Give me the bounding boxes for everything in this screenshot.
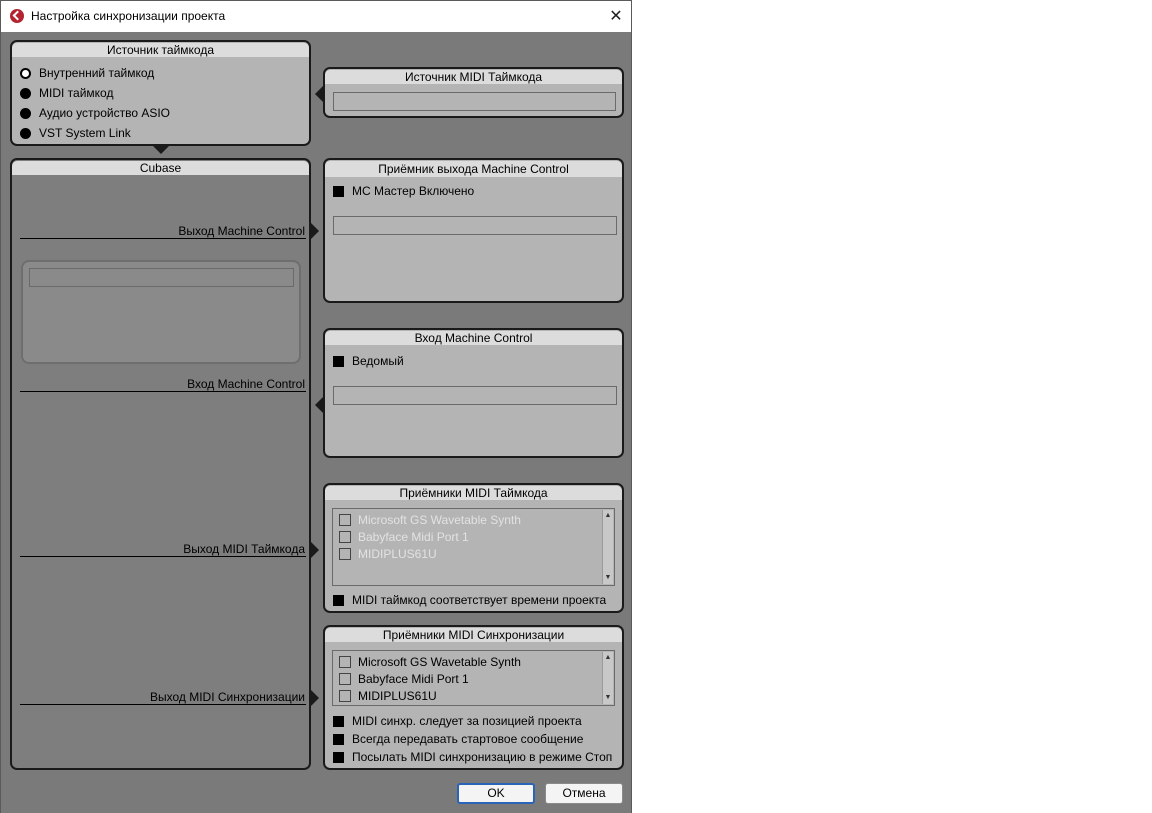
arrow-right-icon [311,542,319,558]
radio-selected-icon [20,67,31,79]
route-label-mc-out: Выход Machine Control [178,224,305,238]
title-bar: Настройка синхронизации проекта ✕ [1,1,631,32]
mc-device-box [21,260,301,364]
radio-label: Внутренний таймкод [39,66,155,80]
route-label-mc-in: Вход Machine Control [187,377,305,391]
radio-internal-timecode[interactable]: Внутренний таймкод [20,65,154,81]
window-title: Настройка синхронизации проекта [31,9,226,23]
dialog-body: Источник таймкода Внутренний таймкод MID… [1,32,631,813]
scrollbar[interactable]: ▲ ▼ [602,510,613,584]
radio-label: MIDI таймкод [39,86,114,100]
mc-output-field[interactable] [333,216,617,235]
arrow-left-icon [315,86,323,102]
checkbox-label: MIDI таймкод соответствует времени проек… [352,593,607,607]
checkbox-icon [333,751,344,763]
mc-device-field[interactable] [29,268,294,287]
port-label: Microsoft GS Wavetable Synth [358,655,521,669]
timecode-source-title: Источник таймкода [12,43,309,57]
mc-input-field[interactable] [333,386,617,405]
checkbox-label: Посылать MIDI синхронизацию в режиме Сто… [352,750,613,764]
scroll-up-icon[interactable]: ▲ [603,511,613,521]
route-label-midi-tc-out: Выход MIDI Таймкода [183,542,305,556]
scroll-down-icon[interactable]: ▼ [603,693,613,703]
arrow-down-icon [152,145,170,154]
checkbox-icon [339,514,351,526]
list-item[interactable]: MIDIPLUS61U [339,546,437,562]
radio-asio-device[interactable]: Аудио устройство ASIO [20,105,170,121]
port-label: Babyface Midi Port 1 [358,672,469,686]
checkbox-icon [339,690,351,702]
cubase-logo-icon [10,9,24,23]
checkbox-icon [333,715,344,727]
midi-timecode-source-title: Источник MIDI Таймкода [325,70,622,84]
mc-output-title: Приёмник выхода Machine Control [325,161,622,177]
route-label-midi-sync-out: Выход MIDI Синхронизации [149,690,305,704]
ok-button[interactable]: OK [457,783,535,804]
route-line-mc-out [20,238,306,239]
mc-master-checkbox[interactable]: MC Мастер Включено [333,183,474,199]
slave-checkbox[interactable]: Ведомый [333,353,404,369]
checkbox-icon [333,185,344,197]
cubase-panel: Cubase [10,158,311,770]
radio-label: Аудио устройство ASIO [39,106,171,120]
arrow-right-icon [311,690,319,706]
send-sync-in-stop-checkbox[interactable]: Посылать MIDI синхронизацию в режиме Сто… [333,749,612,765]
midi-sync-port-list[interactable]: Microsoft GS Wavetable Synth Babyface Mi… [332,650,615,706]
checkbox-label: MC Мастер Включено [352,184,475,198]
midi-sync-dest-panel: Приёмники MIDI Синхронизации Microsoft G… [323,625,624,770]
route-line-midi-sync-out [20,704,306,705]
checkbox-label: MIDI синхр. следует за позицией проекта [352,714,582,728]
checkbox-icon [339,656,351,668]
cancel-button[interactable]: Отмена [545,783,623,804]
port-label: MIDIPLUS61U [358,689,437,703]
always-send-start-checkbox[interactable]: Всегда передавать стартовое сообщение [333,731,583,747]
list-item[interactable]: Microsoft GS Wavetable Synth [339,512,521,528]
sync-follows-position-checkbox[interactable]: MIDI синхр. следует за позицией проекта [333,713,582,729]
port-label: MIDIPLUS61U [358,547,437,561]
list-item[interactable]: Babyface Midi Port 1 [339,671,469,687]
radio-label: VST System Link [39,126,131,140]
list-item[interactable]: MIDIPLUS61U [339,688,437,704]
close-button[interactable]: ✕ [603,4,629,28]
port-label: Babyface Midi Port 1 [358,530,469,544]
checkbox-icon [339,531,351,543]
checkbox-icon [339,548,351,560]
list-item[interactable]: Babyface Midi Port 1 [339,529,469,545]
radio-icon [20,127,31,139]
radio-vst-system-link[interactable]: VST System Link [20,125,131,141]
scroll-down-icon[interactable]: ▼ [603,573,613,583]
midi-timecode-dest-panel: Приёмники MIDI Таймкода Microsoft GS Wav… [323,483,624,613]
radio-icon [20,107,31,119]
port-label: Microsoft GS Wavetable Synth [358,513,521,527]
scroll-up-icon[interactable]: ▲ [603,653,613,663]
checkbox-icon [333,594,344,606]
mc-output-panel: Приёмник выхода Machine Control MC Масте… [323,158,624,303]
checkbox-label: Ведомый [352,354,404,368]
midi-tc-follows-project-checkbox[interactable]: MIDI таймкод соответствует времени проек… [333,592,606,608]
midi-timecode-dest-title: Приёмники MIDI Таймкода [325,486,622,500]
checkbox-label: Всегда передавать стартовое сообщение [352,732,584,746]
mc-input-panel: Вход Machine Control Ведомый [323,328,624,458]
list-item[interactable]: Microsoft GS Wavetable Synth [339,654,521,670]
radio-icon [20,87,31,99]
midi-timecode-port-list[interactable]: Microsoft GS Wavetable Synth Babyface Mi… [332,508,615,586]
route-line-mc-in [20,391,306,392]
route-line-midi-tc-out [20,556,306,557]
radio-midi-timecode[interactable]: MIDI таймкод [20,85,113,101]
checkbox-icon [333,355,344,367]
arrow-left-icon [315,397,323,413]
midi-sync-dest-title: Приёмники MIDI Синхронизации [325,628,622,642]
midi-timecode-source-field[interactable] [333,92,616,111]
arrow-right-icon [311,223,319,239]
scrollbar[interactable]: ▲ ▼ [602,652,613,704]
midi-timecode-source-panel: Источник MIDI Таймкода [323,67,624,118]
checkbox-icon [333,733,344,745]
timecode-source-panel: Источник таймкода Внутренний таймкод MID… [10,40,311,146]
checkbox-icon [339,673,351,685]
sync-setup-dialog: Настройка синхронизации проекта ✕ Источн… [0,0,632,813]
mc-input-title: Вход Machine Control [325,331,622,345]
cubase-title: Cubase [12,161,309,175]
